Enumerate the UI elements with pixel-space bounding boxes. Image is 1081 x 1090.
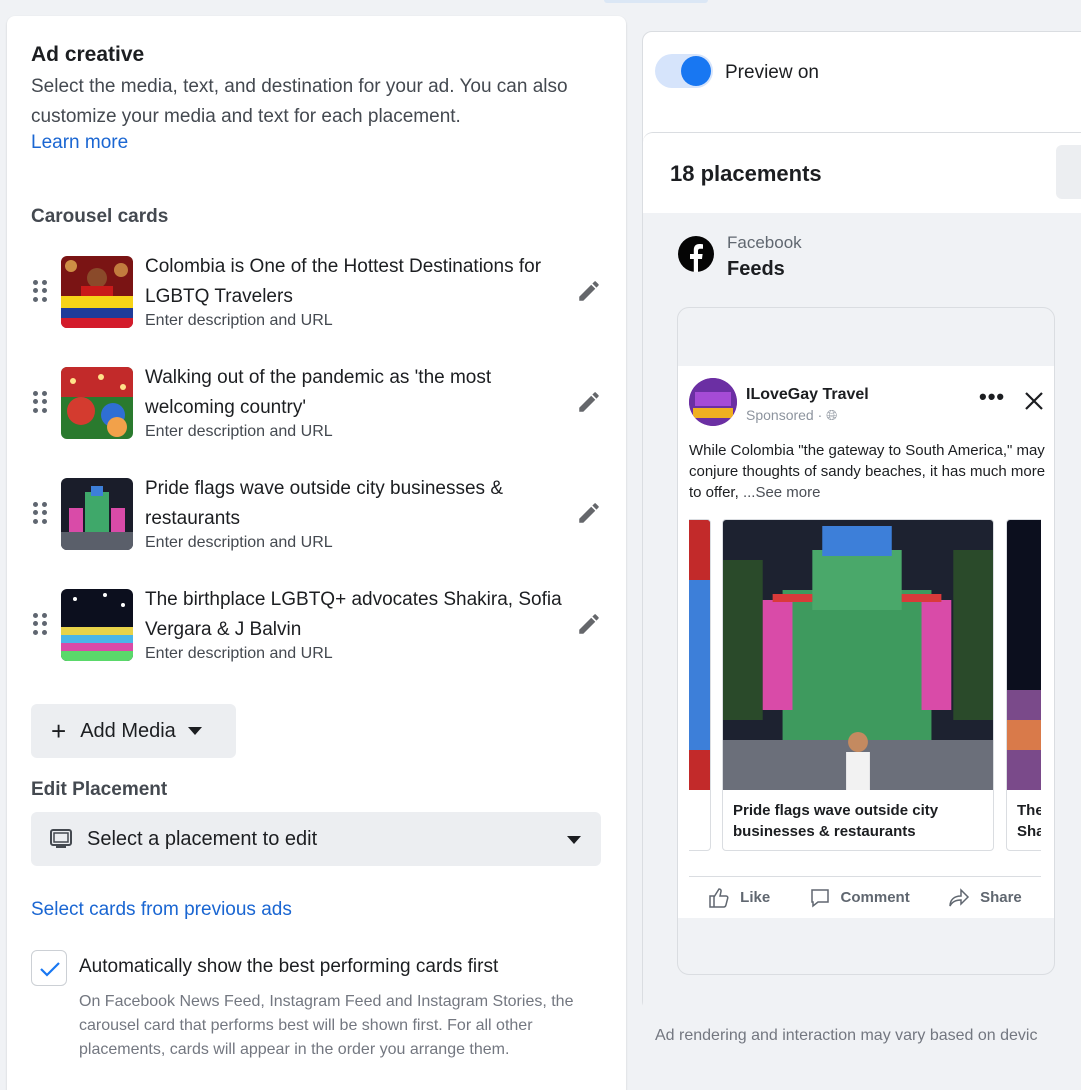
- card-thumbnail: [61, 256, 133, 328]
- carousel-card[interactable]: The birthplace LGBTQ+ advocates Shakira,…: [31, 589, 611, 675]
- sponsored-label: Sponsored · 🌐︎: [746, 407, 838, 423]
- learn-more-link[interactable]: Learn more: [31, 132, 128, 154]
- carousel-preview-card[interactable]: Pride flags wave outside city businesses…: [722, 519, 994, 851]
- top-tab-indicator: [604, 0, 708, 3]
- post-text: While Colombia "the gateway to South Ame…: [689, 442, 1046, 501]
- carousel-card-caption: The Sha: [1017, 802, 1041, 840]
- card-thumbnail: [61, 478, 133, 550]
- edit-pencil-icon[interactable]: [576, 500, 602, 526]
- preview-panel: Preview on 18 placements Facebook Feeds: [642, 31, 1081, 1044]
- placements-dropdown-button[interactable]: [1056, 145, 1081, 199]
- ad-creative-description: Select the media, text, and destination …: [31, 76, 568, 127]
- like-icon: [709, 887, 729, 908]
- ad-post: ILoveGay Travel Sponsored · 🌐︎ ••• While…: [678, 366, 1054, 918]
- add-media-label: Add Media: [80, 719, 176, 742]
- facebook-logo-icon: [678, 236, 714, 272]
- monitor-icon: [50, 829, 72, 848]
- placements-section: 18 placements Facebook Feeds ILoveGay Tr…: [643, 132, 1081, 1044]
- placement-select[interactable]: Select a placement to edit: [31, 812, 601, 866]
- edit-pencil-icon[interactable]: [576, 389, 602, 415]
- edit-pencil-icon[interactable]: [576, 611, 602, 637]
- platform-name: Facebook: [727, 233, 802, 252]
- rendering-footnote: Ad rendering and interaction may vary ba…: [655, 1027, 1038, 1044]
- carousel-card-image: [1007, 520, 1041, 790]
- placements-header: 18 placements: [643, 133, 1081, 213]
- plus-icon: +: [51, 716, 67, 746]
- carousel-card[interactable]: Walking out of the pandemic as 'the most…: [31, 367, 611, 453]
- page-avatar: [689, 378, 737, 426]
- carousel-card-image: [689, 520, 710, 790]
- see-more-link[interactable]: ...See more: [743, 484, 821, 501]
- card-thumbnail: [61, 367, 133, 439]
- drag-handle-icon[interactable]: [33, 391, 47, 413]
- carousel-card[interactable]: Colombia is One of the Hottest Destinati…: [31, 256, 611, 342]
- check-icon: [40, 962, 60, 977]
- close-icon[interactable]: [1023, 390, 1045, 412]
- share-icon: [949, 887, 970, 906]
- like-button[interactable]: Like: [708, 887, 770, 909]
- comment-button[interactable]: Comment: [809, 887, 910, 909]
- caret-down-icon: [567, 836, 581, 844]
- edit-pencil-icon[interactable]: [576, 278, 602, 304]
- placements-count: 18 placements: [670, 161, 822, 186]
- preview-toggle-label: Preview on: [725, 62, 819, 83]
- add-media-button[interactable]: + Add Media: [31, 704, 236, 758]
- carousel-cards-heading: Carousel cards: [31, 206, 169, 227]
- ad-creative-title: Ad creative: [31, 43, 145, 66]
- card-title: Colombia is One of the Hottest Destinati…: [145, 256, 542, 307]
- placement-select-value: Select a placement to edit: [87, 827, 318, 850]
- preview-toggle[interactable]: [655, 54, 713, 88]
- card-subtitle: Enter description and URL: [145, 423, 333, 440]
- ad-creative-panel: Ad creative Select the media, text, and …: [7, 16, 626, 1090]
- caret-down-icon: [187, 727, 202, 735]
- page-name[interactable]: ILoveGay Travel: [746, 386, 869, 404]
- ad-preview-frame: ILoveGay Travel Sponsored · 🌐︎ ••• While…: [677, 307, 1055, 975]
- drag-handle-icon[interactable]: [33, 502, 47, 524]
- comment-icon: [810, 888, 829, 908]
- best-performing-checkbox[interactable]: [31, 950, 67, 986]
- toggle-knob: [681, 56, 711, 86]
- best-performing-label: Automatically show the best performing c…: [79, 956, 499, 977]
- best-performing-help: On Facebook News Feed, Instagram Feed an…: [79, 993, 574, 1058]
- share-button[interactable]: Share: [948, 887, 1022, 909]
- placement-name: Feeds: [727, 258, 785, 280]
- drag-handle-icon[interactable]: [33, 280, 47, 302]
- card-title: The birthplace LGBTQ+ advocates Shakira,…: [145, 589, 562, 640]
- select-previous-ads-link[interactable]: Select cards from previous ads: [31, 899, 292, 921]
- edit-placement-heading: Edit Placement: [31, 779, 168, 800]
- carousel-preview-card[interactable]: The Sha: [1006, 519, 1041, 851]
- placement-preview-area: Facebook Feeds ILoveGay Travel Sponsored…: [643, 213, 1081, 1044]
- carousel-card[interactable]: Pride flags wave outside city businesses…: [31, 478, 611, 564]
- globe-icon: 🌐︎: [826, 407, 838, 423]
- card-title: Walking out of the pandemic as 'the most…: [145, 367, 492, 418]
- preview-carousel[interactable]: Pride flags wave outside city businesses…: [689, 519, 1041, 853]
- card-subtitle: Enter description and URL: [145, 645, 333, 662]
- post-actions: Like Comment Share: [689, 876, 1041, 918]
- carousel-card-caption: Pride flags wave outside city businesses…: [733, 802, 939, 840]
- card-subtitle: Enter description and URL: [145, 312, 333, 329]
- more-options-icon[interactable]: •••: [979, 386, 1005, 408]
- drag-handle-icon[interactable]: [33, 613, 47, 635]
- carousel-card-image: [723, 520, 993, 790]
- card-subtitle: Enter description and URL: [145, 534, 333, 551]
- card-title: Pride flags wave outside city businesses…: [145, 478, 504, 529]
- card-thumbnail: [61, 589, 133, 661]
- carousel-preview-card[interactable]: [689, 519, 711, 851]
